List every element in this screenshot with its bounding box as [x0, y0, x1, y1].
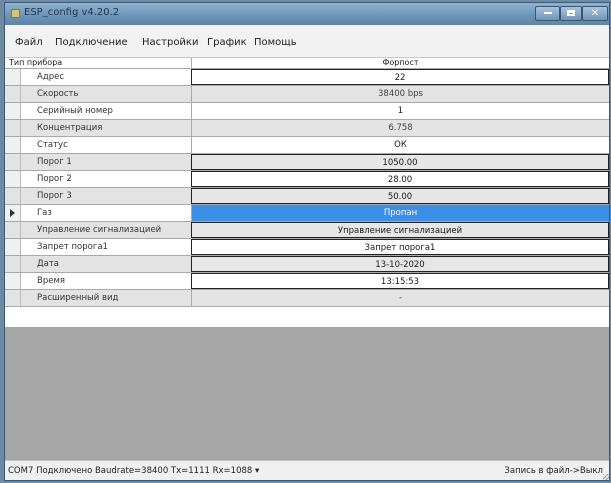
property-name: Расширенный вид: [21, 290, 191, 306]
row-selector[interactable]: [5, 171, 21, 187]
connection-status[interactable]: COM7 Подключено Baudrate=38400 Tx=1111 R…: [8, 466, 259, 476]
grid-row[interactable]: Скорость 38400 bps: [5, 86, 609, 103]
minimize-button[interactable]: [535, 6, 560, 21]
property-value[interactable]: 28.00: [191, 171, 609, 187]
property-name: Порог 1: [21, 154, 191, 170]
header-name: Тип прибора: [9, 58, 63, 67]
menu-chart[interactable]: График: [207, 37, 247, 48]
property-value[interactable]: -: [191, 290, 609, 306]
row-selector[interactable]: [5, 120, 21, 136]
property-name: Порог 2: [21, 171, 191, 187]
minimize-icon: [543, 12, 552, 14]
property-value[interactable]: ОК: [191, 137, 609, 153]
menu-settings[interactable]: Настройки: [142, 37, 198, 48]
menu-bar: Файл Подключение Настройки График Помощь: [5, 25, 609, 58]
property-name: Управление сигнализацией: [21, 222, 191, 238]
window-title: ESP_config v4.20.2: [24, 7, 120, 18]
grid-row[interactable]: Порог 3 50.00: [5, 188, 609, 205]
property-value[interactable]: 13:15:53: [191, 273, 609, 289]
maximize-icon: [567, 10, 575, 16]
property-value[interactable]: 1: [191, 103, 609, 119]
header-value: Форпост: [191, 58, 609, 68]
property-value[interactable]: 1050.00: [191, 154, 609, 170]
row-selector[interactable]: [5, 239, 21, 255]
property-value[interactable]: Пропан: [191, 205, 609, 221]
app-window: ESP_config v4.20.2 ✕ Файл Подключение На…: [4, 2, 610, 481]
row-selector[interactable]: [5, 188, 21, 204]
resize-grip[interactable]: [603, 474, 609, 480]
grid-header-row: Тип прибора Форпост: [5, 58, 609, 69]
property-name: Время: [21, 273, 191, 289]
grid-row[interactable]: Газ Пропан: [5, 205, 609, 222]
grid-row[interactable]: Расширенный вид -: [5, 290, 609, 307]
property-name: Статус: [21, 137, 191, 153]
property-name: Скорость: [21, 86, 191, 102]
row-selector[interactable]: [5, 222, 21, 238]
grid-row[interactable]: Время 13:15:53: [5, 273, 609, 290]
property-name: Дата: [21, 256, 191, 272]
property-name: Газ: [21, 205, 191, 221]
property-value[interactable]: 50.00: [191, 188, 609, 204]
grid-row[interactable]: Адрес 22: [5, 69, 609, 86]
property-value[interactable]: 13-10-2020: [191, 256, 609, 272]
property-name: Порог 3: [21, 188, 191, 204]
row-selector[interactable]: [5, 86, 21, 102]
grid-empty-area: [5, 327, 609, 460]
grid-row[interactable]: Дата 13-10-2020: [5, 256, 609, 273]
menu-connection[interactable]: Подключение: [55, 37, 128, 48]
close-icon: ✕: [590, 8, 600, 19]
menu-file[interactable]: Файл: [15, 37, 43, 48]
property-value[interactable]: 22: [191, 69, 609, 85]
grid-row[interactable]: Порог 2 28.00: [5, 171, 609, 188]
title-bar[interactable]: ESP_config v4.20.2 ✕: [5, 3, 609, 25]
maximize-button[interactable]: [560, 6, 582, 21]
row-selector[interactable]: [5, 69, 21, 85]
current-row-arrow-icon: [10, 209, 15, 217]
row-selector[interactable]: [5, 205, 21, 221]
grid-row[interactable]: Запрет порога1 Запрет порога1: [5, 239, 609, 256]
grid-row[interactable]: Порог 1 1050.00: [5, 154, 609, 171]
property-value[interactable]: 38400 bps: [191, 86, 609, 102]
row-selector[interactable]: [5, 137, 21, 153]
row-selector[interactable]: [5, 154, 21, 170]
file-record-status[interactable]: Запись в файл->Выкл: [504, 466, 603, 476]
grid-row[interactable]: Управление сигнализацией Управление сигна…: [5, 222, 609, 239]
app-icon: [11, 9, 20, 18]
property-value[interactable]: Управление сигнализацией: [191, 222, 609, 238]
property-name: Запрет порога1: [21, 239, 191, 255]
menu-help[interactable]: Помощь: [254, 37, 297, 48]
close-button[interactable]: ✕: [582, 6, 608, 21]
status-bar: COM7 Подключено Baudrate=38400 Tx=1111 R…: [5, 460, 609, 480]
row-selector[interactable]: [5, 290, 21, 306]
row-selector[interactable]: [5, 273, 21, 289]
property-name: Концентрация: [21, 120, 191, 136]
property-name: Серийный номер: [21, 103, 191, 119]
row-selector[interactable]: [5, 103, 21, 119]
row-selector[interactable]: [5, 256, 21, 272]
property-name: Адрес: [21, 69, 191, 85]
property-value[interactable]: 6.758: [191, 120, 609, 136]
property-grid: Тип прибора Форпост Адрес 22 Скорость 38400…: [5, 58, 609, 307]
grid-row[interactable]: Серийный номер 1: [5, 103, 609, 120]
grid-row[interactable]: Концентрация 6.758: [5, 120, 609, 137]
property-value[interactable]: Запрет порога1: [191, 239, 609, 255]
grid-row[interactable]: Статус ОК: [5, 137, 609, 154]
